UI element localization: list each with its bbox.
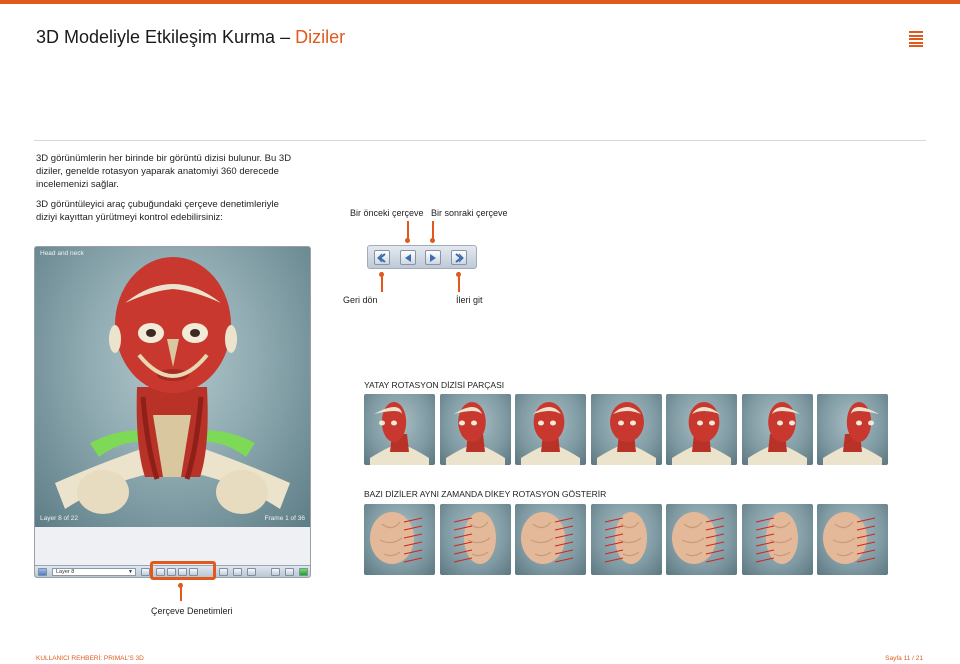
toolbar-tool-button-5[interactable] [285,568,294,576]
viewer-panel [35,527,310,565]
head-thumbnail [515,394,586,465]
forward-button[interactable] [451,250,467,265]
forward-icon [455,253,464,263]
page-title: 3D Modeliyle Etkileşim Kurma – Diziler [36,27,345,48]
brain-thumbnail [364,504,435,575]
brain-thumbnail [666,504,737,575]
top-accent-bar [0,0,960,4]
page-title-sub: Diziler [295,27,346,47]
prev-frame-callout-dot [405,238,410,243]
toolbar-tool-button-3[interactable] [247,568,256,576]
footer-page-number: Sayfa 11 / 21 [885,655,923,662]
page-title-main: 3D Modeliyle Etkileşim Kurma – [36,27,296,47]
next-frame-caption: Bir sonraki çerçeve [431,208,508,218]
frame-controls-enlarged [367,245,477,269]
head-thumbnail [439,394,511,465]
vertical-sequence-title: BAZI DİZİLER AYNI ZAMANDA DİKEY ROTASYON… [364,489,607,499]
intro-paragraph: 3D görünümlerin her birinde bir görüntü … [36,153,292,190]
toolbar-tool-button-2[interactable] [233,568,242,576]
next-frame-button[interactable] [425,250,441,265]
head-thumbnail [590,394,662,465]
brain-thumbnail [817,504,888,575]
head-thumbnail [364,394,435,465]
rewind-callout-dot [379,272,384,277]
viewer-viewport[interactable]: Head and neck Layer 8 of 22 Frame 1 of 3… [35,247,310,527]
frame-controls-highlight [150,561,216,580]
viewer-screenshot: Head and neck Layer 8 of 22 Frame 1 of 3… [34,246,311,578]
head-thumbnail [666,394,737,465]
rewind-icon [377,253,386,263]
brain-thumbnail [439,504,511,575]
head-neck-model [55,257,290,514]
brain-thumbnail [515,504,586,575]
rewind-button[interactable] [374,250,390,265]
menu-lines-icon[interactable] [909,31,923,47]
head-thumbnail [741,394,813,465]
chevron-down-icon: ▼ [128,569,133,575]
toolbar-tool-button-1[interactable] [219,568,228,576]
prev-frame-button[interactable] [400,250,416,265]
forward-callout-dot [456,272,461,277]
footer-guide-title: KULLANICI REHBERİ: PRIMAL'S 3D [36,655,144,662]
viewer-view-label: Head and neck [40,250,84,257]
viewer-layer-status: Layer 8 of 22 [40,515,78,522]
layer-toggle-button[interactable] [38,568,47,576]
rewind-caption: Geri dön [343,295,378,305]
layer-up-button[interactable] [141,568,150,576]
controls-paragraph: 3D görüntüleyici araç çubuğundaki çerçev… [36,199,279,223]
frame-controls-caption: Çerçeve Denetimleri [151,606,233,616]
next-frame-icon [430,254,436,262]
layer-select[interactable]: Layer 8 ▼ [52,568,136,576]
frame-controls-callout-dot [178,583,183,588]
prev-frame-icon [405,254,411,262]
toolbar-tool-button-4[interactable] [271,568,280,576]
forward-caption: İleri git [456,295,483,305]
layer-select-value: Layer 8 [56,569,75,575]
horizontal-sequence-title: YATAY ROTASYON DİZİSİ PARÇASI [364,380,505,390]
brain-thumbnail [741,504,813,575]
toolbar-status-button[interactable] [299,568,308,576]
header-divider [34,140,926,141]
brain-thumbnail [590,504,662,575]
head-thumbnail [817,394,888,465]
prev-frame-caption: Bir önceki çerçeve [350,208,424,218]
next-frame-callout-dot [430,238,435,243]
viewer-frame-status: Frame 1 of 36 [264,515,305,522]
